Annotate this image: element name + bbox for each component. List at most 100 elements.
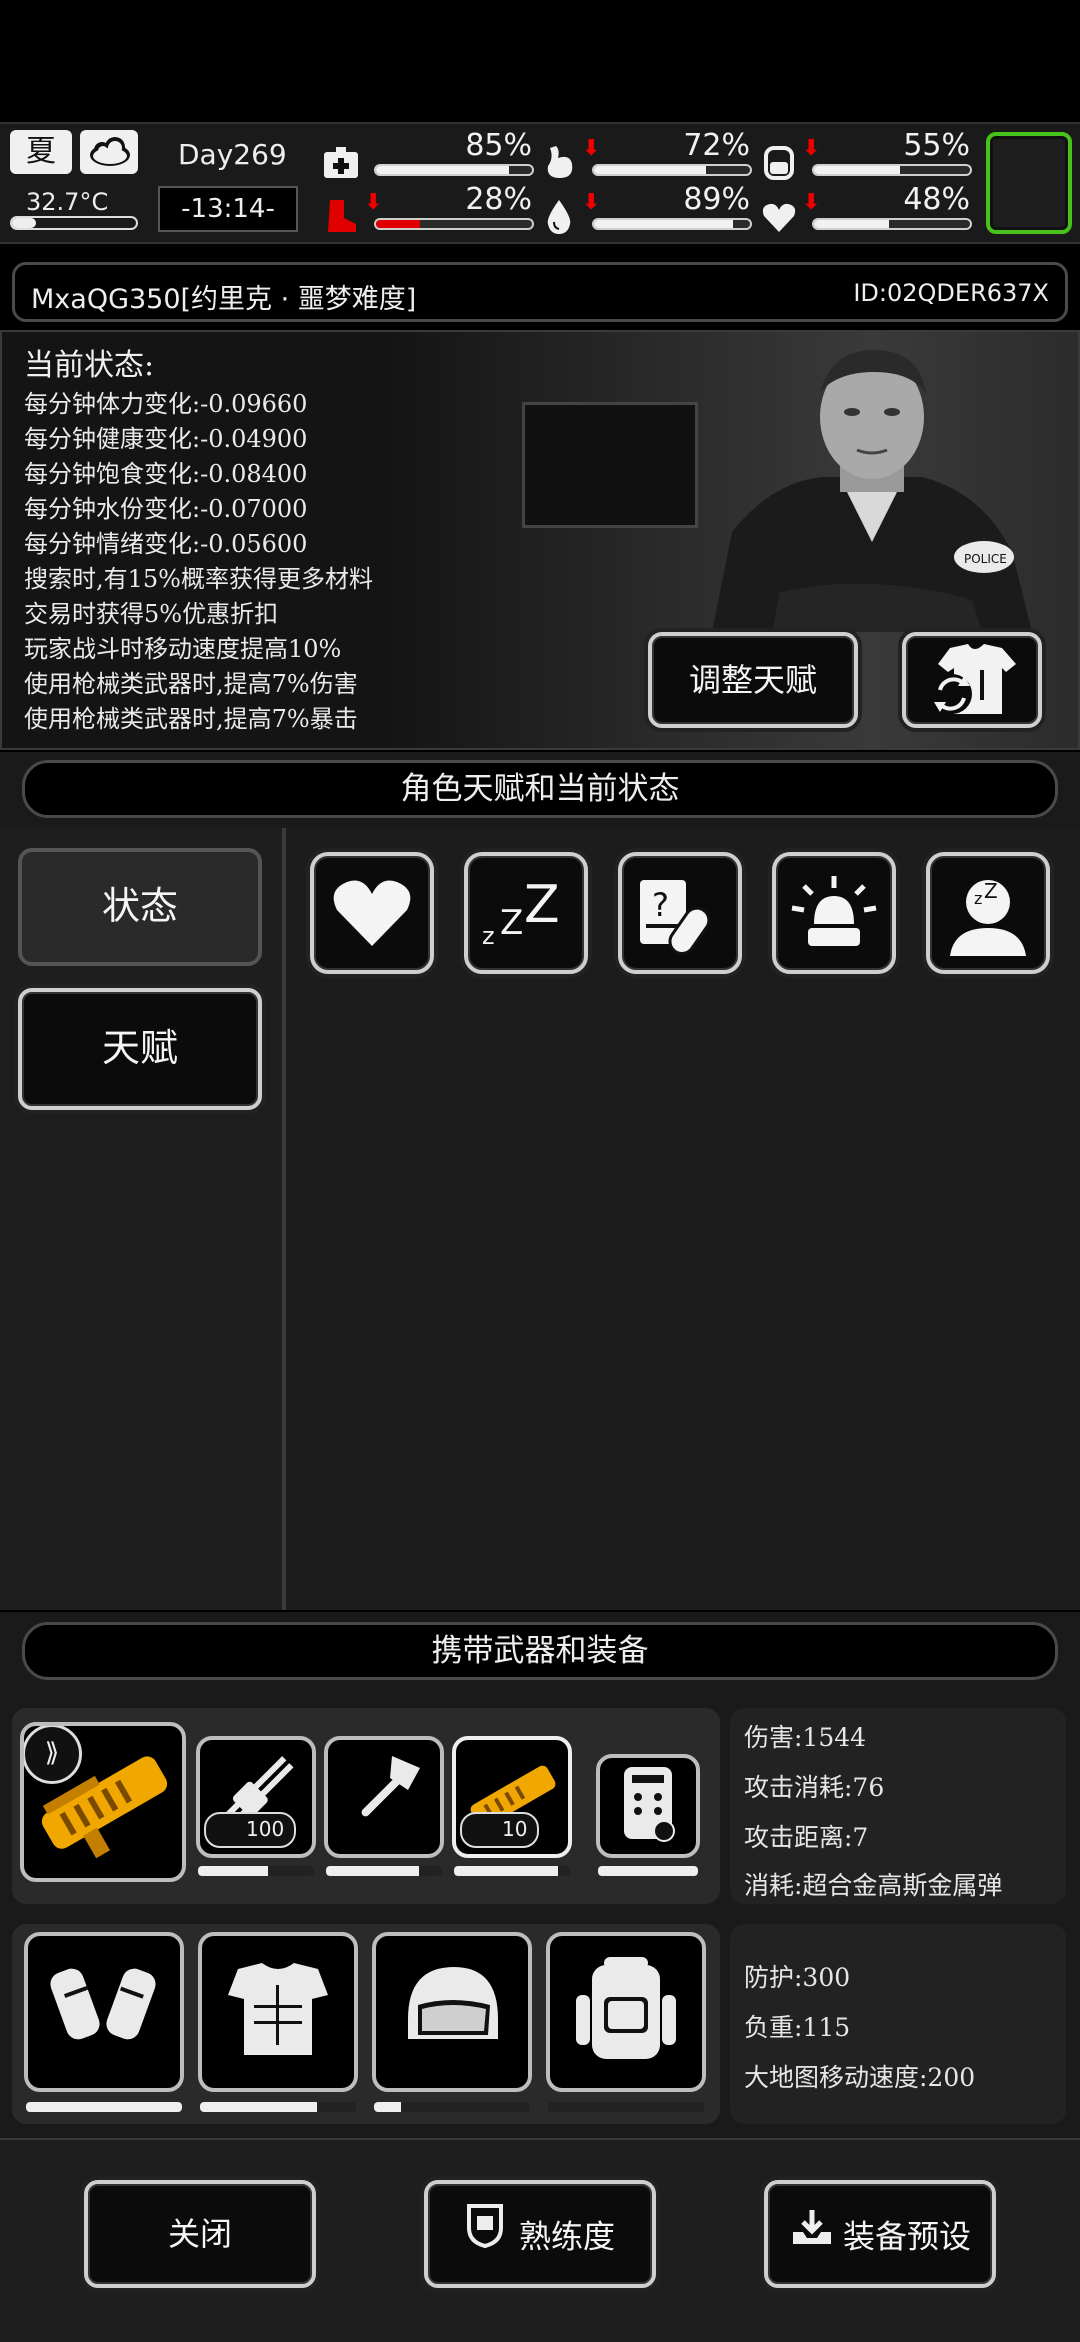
status-effect-sleep[interactable]: zZZ bbox=[464, 852, 588, 974]
status-effect-alarm[interactable] bbox=[772, 852, 896, 974]
svg-text:?: ? bbox=[652, 886, 669, 924]
stat-percent: 55% bbox=[903, 128, 970, 163]
durability-fill bbox=[598, 1866, 698, 1876]
weapon-slot-axe[interactable] bbox=[324, 1736, 444, 1858]
durability-fill bbox=[326, 1866, 419, 1876]
armor-info-panel: 防护:300 负重:115 大地图移动速度:200 bbox=[730, 1924, 1066, 2124]
ammo-count-badge: 10 bbox=[460, 1812, 540, 1848]
stat-percent: 85% bbox=[465, 128, 532, 163]
armor-slot-gauntlets[interactable] bbox=[24, 1932, 184, 2092]
status-line: 搜索时,有15%概率获得更多材料 bbox=[24, 565, 373, 593]
weather-cloud-icon bbox=[80, 130, 138, 174]
player-name: MxaQG350[约里克 · 噩梦难度] bbox=[31, 284, 417, 315]
armor-durability-bar bbox=[548, 2102, 704, 2112]
status-effect-sleepy-person[interactable]: zZ bbox=[926, 852, 1050, 974]
thermometer-icon bbox=[10, 216, 138, 230]
weapon-slot-minigun[interactable]: 100 bbox=[196, 1736, 316, 1858]
day-counter: Day269 bbox=[178, 138, 287, 171]
player-name-bar: MxaQG350[约里克 · 噩梦难度] ID:02QDER637X bbox=[12, 262, 1068, 322]
tab-status[interactable]: 状态 bbox=[18, 848, 262, 966]
tab-talent-label: 天赋 bbox=[101, 1026, 178, 1070]
stat-bar bbox=[374, 164, 534, 176]
player-id: ID:02QDER637X bbox=[853, 279, 1049, 307]
alarm-icon bbox=[786, 876, 882, 960]
status-title: 当前状态: bbox=[24, 348, 155, 383]
adjust-talent-button[interactable]: 调整天赋 bbox=[648, 632, 858, 728]
quick-slot[interactable] bbox=[986, 132, 1072, 234]
status-effect-heart[interactable] bbox=[310, 852, 434, 974]
status-line: 每分钟体力变化:-0.09660 bbox=[24, 390, 308, 418]
armor-durability-bar bbox=[374, 2102, 530, 2112]
temperature-label: 32.7°C bbox=[26, 188, 109, 216]
stat-bar bbox=[592, 218, 752, 230]
download-tray-icon bbox=[789, 2187, 835, 2287]
axe-icon bbox=[334, 1750, 434, 1844]
stat-bar bbox=[812, 218, 972, 230]
equipment-preset-label: 装备预设 bbox=[842, 2217, 971, 2256]
helmet-icon bbox=[392, 1955, 512, 2069]
talent-status-header: 角色天赋和当前状态 bbox=[22, 760, 1058, 818]
decrease-arrow-icon: ⬇ bbox=[364, 190, 383, 215]
proficiency-label: 熟练度 bbox=[518, 2217, 615, 2256]
armor-durability-bar bbox=[26, 2102, 182, 2112]
gauntlets-icon bbox=[44, 1955, 164, 2069]
weapon-mode-icon: ⟫ bbox=[24, 1726, 82, 1784]
sleep-icon: zZZ bbox=[478, 875, 574, 956]
armor-durability-bar bbox=[200, 2102, 356, 2112]
stat-bar-fill bbox=[814, 166, 900, 174]
close-button[interactable]: 关闭 bbox=[84, 2180, 316, 2288]
armor-map-speed: 大地图移动速度:200 bbox=[744, 2063, 976, 2092]
weapon-info-panel: 伤害:1544 攻击消耗:76 攻击距离:7 消耗:超合金高斯金属弹 bbox=[730, 1708, 1066, 1904]
weapon-slot-rocket-launcher[interactable]: ⟫ bbox=[20, 1722, 186, 1882]
backpack-icon bbox=[566, 1955, 686, 2069]
svg-text:Z: Z bbox=[524, 875, 560, 935]
weapon-ammo: 消耗:超合金高斯金属弹 bbox=[744, 1871, 1003, 1900]
stat-percent: 48% bbox=[903, 182, 970, 217]
stat-percent: 72% bbox=[683, 128, 750, 163]
character-portrait: POLICE bbox=[712, 350, 1032, 632]
weapon-damage: 伤害:1544 bbox=[744, 1723, 867, 1752]
armor-slot-body-armor[interactable] bbox=[198, 1932, 358, 2092]
status-effect-medicine[interactable]: ? bbox=[618, 852, 742, 974]
change-outfit-button[interactable] bbox=[902, 632, 1042, 728]
stat-bar bbox=[592, 164, 752, 176]
armor-load: 负重:115 bbox=[744, 2013, 851, 2042]
ammo-count-badge: 100 bbox=[204, 1812, 297, 1848]
stomach-icon bbox=[540, 144, 578, 182]
status-line: 使用枪械类武器时,提高7%伤害 bbox=[24, 670, 358, 698]
weapon-slot-device[interactable] bbox=[596, 1754, 700, 1858]
season-label: 夏 bbox=[26, 134, 56, 169]
decrease-arrow-icon: ⬇ bbox=[802, 136, 821, 161]
stat-bar-fill bbox=[594, 220, 733, 228]
armor-defense: 防护:300 bbox=[744, 1963, 851, 1992]
clock-box: -13:14- bbox=[158, 186, 298, 232]
stat-percent: 28% bbox=[465, 182, 532, 217]
equipment-preset-button[interactable]: 装备预设 bbox=[764, 2180, 996, 2288]
background-window bbox=[522, 402, 698, 528]
ammo-count: 10 bbox=[502, 1817, 528, 1841]
stat-bar-fill bbox=[814, 220, 889, 228]
tab-talent[interactable]: 天赋 bbox=[18, 988, 262, 1110]
svg-text:POLICE: POLICE bbox=[964, 552, 1007, 566]
adjust-talent-label: 调整天赋 bbox=[688, 661, 817, 699]
svg-text:Z: Z bbox=[500, 903, 523, 943]
tab-status-label: 状态 bbox=[101, 884, 178, 928]
top-status-bar: 夏 32.7°C Day269 -13:14- 85% ⬇ 72% ⬇ 55% ⬇ 28% ⬇… bbox=[0, 122, 1080, 244]
status-line: 每分钟健康变化:-0.04900 bbox=[24, 425, 308, 453]
status-line: 每分钟水份变化:-0.07000 bbox=[24, 495, 308, 523]
armor-slot-backpack[interactable] bbox=[546, 1932, 706, 2092]
proficiency-button[interactable]: 熟练度 bbox=[424, 2180, 656, 2288]
weapon-slot-rocket-launcher-secondary[interactable]: 10 bbox=[452, 1736, 572, 1858]
stat-bar bbox=[812, 164, 972, 176]
status-line: 交易时获得5%优惠折扣 bbox=[24, 600, 279, 628]
medicine-icon: ? bbox=[632, 880, 728, 960]
weapon-durability-bar bbox=[198, 1866, 314, 1876]
weapon-durability-bar bbox=[598, 1866, 698, 1876]
status-line: 每分钟情绪变化:-0.05600 bbox=[24, 530, 308, 558]
durability-fill bbox=[454, 1866, 559, 1876]
stat-bar-fill bbox=[376, 220, 420, 228]
status-line: 玩家战斗时移动速度提高10% bbox=[24, 635, 342, 663]
sleepy-person-icon: zZ bbox=[940, 879, 1036, 960]
armor-slot-helmet[interactable] bbox=[372, 1932, 532, 2092]
decrease-arrow-icon: ⬇ bbox=[802, 190, 821, 215]
